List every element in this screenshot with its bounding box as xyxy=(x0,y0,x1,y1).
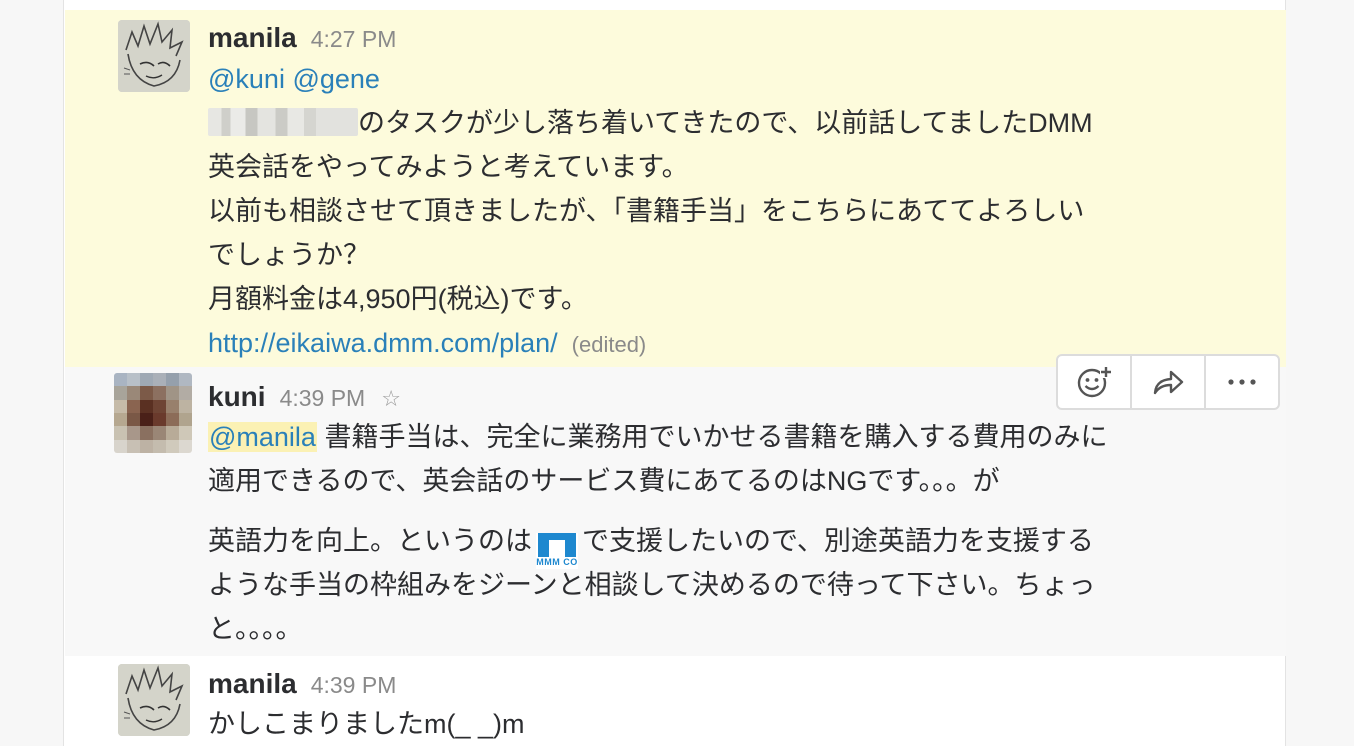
message-line: ような手当の枠組みをジーンと相談して決めるので待って下さい。ちょっ xyxy=(208,570,1096,600)
message-line: かしこまりましたm(_ _)m xyxy=(208,709,525,739)
more-icon xyxy=(1228,379,1256,385)
timestamp[interactable]: 4:39 PM xyxy=(280,385,366,412)
sender-name[interactable]: manila xyxy=(208,668,297,700)
redacted-text xyxy=(208,108,358,136)
share-icon xyxy=(1153,370,1184,395)
message-line: @manila 書籍手当は、完全に業務用でいかせる書籍を購入する費用のみに xyxy=(208,422,1108,452)
avatar[interactable] xyxy=(118,664,190,736)
message-manila-1[interactable]: manila 4:27 PM @kuni @gene のタスクが少し落ち着いてき… xyxy=(65,10,1286,367)
timestamp[interactable]: 4:27 PM xyxy=(311,26,397,53)
message-line: 英会話をやってみようと考えています。 xyxy=(208,152,689,182)
message-line: http://eikaiwa.dmm.com/plan/ (edited) xyxy=(208,326,646,362)
share-button[interactable] xyxy=(1132,356,1206,408)
message-pane: manila 4:27 PM @kuni @gene のタスクが少し落ち着いてき… xyxy=(63,0,1286,746)
timestamp[interactable]: 4:39 PM xyxy=(311,672,397,699)
message-line: でしょうか？ xyxy=(208,240,370,270)
message-line: 以前も相談させて頂きましたが、「書籍手当」をこちらにあててよろしい xyxy=(208,196,1085,226)
sender-name[interactable]: manila xyxy=(208,22,297,54)
custom-emoji-icon: MMM CO xyxy=(536,533,578,569)
edited-label: (edited) xyxy=(571,332,647,357)
avatar[interactable] xyxy=(114,373,192,453)
message-manila-2[interactable]: manila 4:39 PM かしこまりましたm(_ _)m xyxy=(65,656,1286,746)
mention[interactable]: @kuni @gene xyxy=(208,64,380,94)
star-icon[interactable]: ☆ xyxy=(381,386,401,412)
message-header: manila 4:27 PM xyxy=(208,22,396,56)
mention[interactable]: @manila xyxy=(208,422,317,452)
message-actions-toolbar xyxy=(1056,354,1280,410)
avatar[interactable] xyxy=(118,20,190,92)
url-link[interactable]: http://eikaiwa.dmm.com/plan/ xyxy=(208,328,558,358)
add-reaction-icon xyxy=(1077,367,1112,398)
message-header: kuni 4:39 PM ☆ xyxy=(208,381,401,415)
more-actions-button[interactable] xyxy=(1206,356,1278,408)
message-line: 英語力を向上。というのは MMM CO で支援したいので、別途英語力を支援する xyxy=(208,526,1094,569)
message-line: @kuni @gene xyxy=(208,62,380,96)
message-header: manila 4:39 PM xyxy=(208,668,396,702)
add-reaction-button[interactable] xyxy=(1058,356,1132,408)
message-line: 月額料金は4,950円(税込)です。 xyxy=(208,284,588,314)
sender-name[interactable]: kuni xyxy=(208,381,266,413)
message-line: のタスクが少し落ち着いてきたので、以前話してましたDMM xyxy=(208,106,1093,140)
message-kuni[interactable]: kuni 4:39 PM ☆ @manila 書籍手当は、完全に業務用でいかせる… xyxy=(65,354,1286,656)
message-line: と。。。。 xyxy=(208,614,303,644)
message-line: 適用できるので、英会話のサービス費にあてるのはNGです。。。が xyxy=(208,466,1000,496)
